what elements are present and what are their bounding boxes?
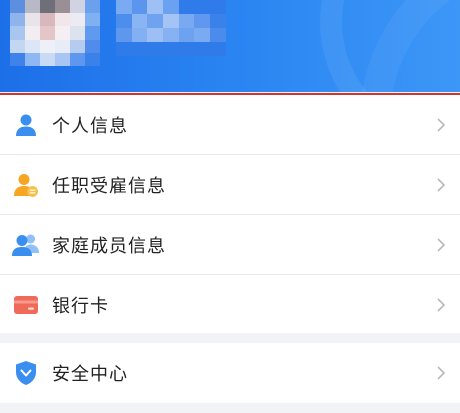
menu-item-label: 个人信息 <box>52 115 128 137</box>
menu-item-bank-card[interactable]: 银行卡 <box>0 275 460 334</box>
menu-item-personal-info[interactable]: 个人信息 <box>0 95 460 154</box>
person-icon <box>12 111 40 139</box>
security-menu-group: 安全中心 <box>0 343 460 403</box>
chevron-right-icon <box>434 177 448 192</box>
profile-page: 个人信息 任职受雇信息 家庭成员信息 银行卡 安全中心 <box>0 0 460 413</box>
chevron-right-icon <box>434 117 448 132</box>
profile-header <box>0 0 460 92</box>
menu-item-security-center[interactable]: 安全中心 <box>0 343 460 402</box>
employment-icon <box>12 171 40 199</box>
avatar[interactable] <box>10 0 100 66</box>
menu-item-family-info[interactable]: 家庭成员信息 <box>0 215 460 274</box>
menu-item-label: 任职受雇信息 <box>52 175 166 197</box>
menu-item-label: 安全中心 <box>52 363 128 385</box>
info-menu-group: 个人信息 任职受雇信息 家庭成员信息 银行卡 <box>0 95 460 333</box>
family-icon <box>12 231 40 259</box>
chevron-right-icon <box>434 237 448 252</box>
bank-card-icon <box>12 291 40 319</box>
menu-item-employment-info[interactable]: 任职受雇信息 <box>0 155 460 214</box>
chevron-right-icon <box>434 365 448 380</box>
menu-item-label: 家庭成员信息 <box>52 235 166 257</box>
chevron-right-icon <box>434 297 448 312</box>
menu-item-label: 银行卡 <box>52 295 109 317</box>
shield-icon <box>12 359 40 387</box>
user-name-blurred <box>116 0 226 56</box>
